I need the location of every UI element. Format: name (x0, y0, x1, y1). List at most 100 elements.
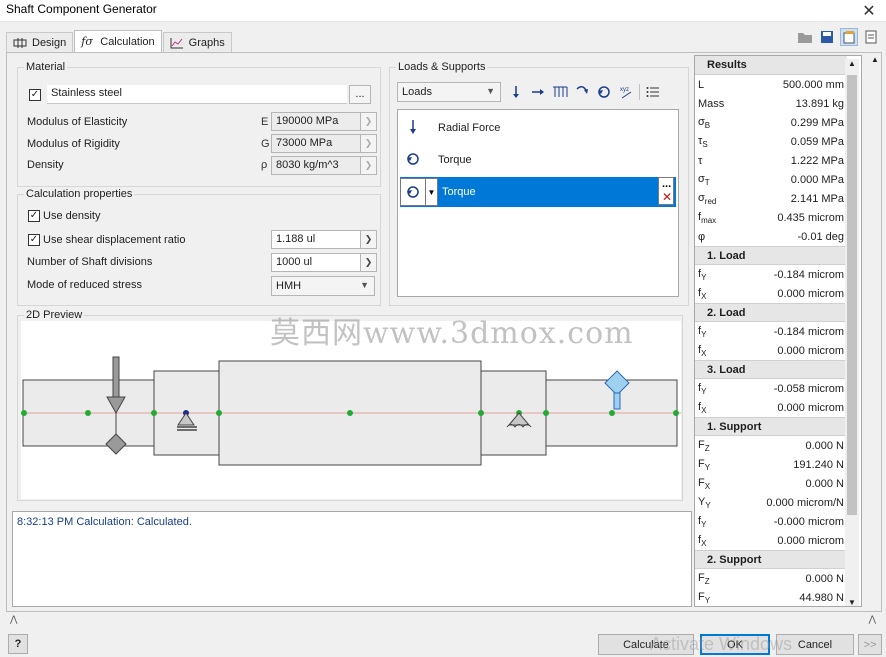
divisions-field[interactable]: 1000 ul (271, 253, 361, 272)
tab-calculation[interactable]: fσ Calculation (74, 30, 162, 53)
calculation-panel: Material ✓ Stainless steel ... Modulus o… (6, 52, 882, 612)
results-section-load3: 3. Load (695, 360, 847, 379)
result-row: FX 0.000 N (698, 476, 844, 491)
collapse-strip[interactable]: ⋀ ⋀ (6, 614, 880, 626)
use-density-checkbox[interactable]: ✓ (28, 210, 40, 222)
chevron-up-icon[interactable]: ▲ (848, 59, 856, 68)
expand-button[interactable]: >> (858, 634, 882, 655)
list-item-selected[interactable]: ▼ Torque ... ✕ (400, 177, 676, 207)
elasticity-arrow: ❯ (361, 112, 377, 131)
radial-force-icon (398, 119, 428, 138)
divisions-label: Number of Shaft divisions (27, 256, 153, 268)
material-checkbox[interactable]: ✓ (29, 89, 41, 101)
result-row: fY -0.184 microm (698, 324, 844, 339)
tab-design-label: Design (32, 37, 67, 49)
results-section-support1: 1. Support (695, 417, 847, 436)
result-row: fY -0.184 microm (698, 267, 844, 282)
result-row: fX 0.000 microm (698, 400, 844, 415)
result-row: σT 0.000 MPa (698, 172, 844, 187)
rigidity-label: Modulus of Rigidity (27, 138, 120, 150)
material-name[interactable]: Stainless steel (47, 85, 347, 104)
results-header: Results (695, 56, 847, 75)
collapse-left-icon[interactable]: ⋀ (10, 614, 17, 626)
shear-ratio-field[interactable]: 1.188 ul (271, 230, 361, 249)
reduced-stress-label: Mode of reduced stress (27, 279, 142, 291)
load-item-label: Torque (438, 154, 472, 166)
activate-windows-overlay: Activate Windows (650, 634, 793, 654)
load-item-label: Torque (442, 186, 476, 198)
elasticity-symbol: E (261, 116, 269, 128)
bending-moment-icon[interactable] (573, 83, 591, 101)
chevron-down-icon: ▼ (486, 86, 495, 96)
result-row: Mass 13.891 kg (698, 97, 844, 110)
chevron-down-icon[interactable]: ▼ (426, 178, 438, 206)
radial-force-icon[interactable] (507, 83, 525, 101)
shear-ratio-arrow[interactable]: ❯ (361, 230, 377, 249)
loads-toolbar: xyz (507, 83, 662, 101)
loads-combo-value: Loads (402, 86, 432, 98)
loads-supports-legend: Loads & Supports (398, 61, 486, 73)
save-icon[interactable] (818, 28, 836, 46)
list-icon[interactable] (644, 83, 662, 101)
calc-properties-legend: Calculation properties (26, 188, 133, 200)
close-icon: ✕ (862, 3, 876, 20)
calculation-log: 8:32:13 PM Calculation: Calculated. (12, 511, 692, 607)
axial-force-icon[interactable] (529, 83, 547, 101)
use-shear-checkbox[interactable]: ✓ (28, 234, 40, 246)
close-button[interactable]: ✕ (852, 0, 886, 22)
chevron-down-icon: ▼ (360, 280, 369, 290)
results-panel[interactable]: Results L 500.000 mm Mass 13.891 kg σB 0.29… (694, 55, 862, 607)
result-row: fY -0.058 microm (698, 381, 844, 396)
list-item[interactable]: Torque (398, 145, 678, 175)
result-row: fX 0.000 microm (698, 533, 844, 548)
tab-strip: Design fσ Calculation Graphs (6, 30, 233, 53)
delete-icon[interactable]: ✕ (662, 190, 672, 204)
loads-combo[interactable]: Loads ▼ (397, 82, 501, 102)
chevron-down-icon[interactable]: ▼ (848, 598, 856, 606)
chevron-up-icon[interactable]: ▲ (871, 55, 879, 64)
shaft-preview[interactable] (21, 321, 681, 499)
export-icon[interactable] (840, 28, 858, 46)
results-scrollbar[interactable]: ▲ ▼ (845, 59, 859, 606)
result-row: τ 1.222 MPa (698, 154, 844, 167)
use-shear-label: Use shear displacement ratio (43, 234, 186, 246)
open-folder-icon[interactable] (796, 28, 814, 46)
material-legend: Material (26, 61, 66, 73)
material-browse-button[interactable]: ... (349, 85, 371, 104)
continuous-load-icon[interactable] (551, 83, 569, 101)
scrollbar-thumb[interactable] (847, 75, 857, 515)
graph-icon (170, 37, 184, 49)
loads-list[interactable]: Radial Force Torque ▼ Torque ... ✕ (397, 109, 679, 297)
xyz-load-icon[interactable]: xyz (617, 83, 635, 101)
result-row: σred 2.141 MPa (698, 191, 844, 206)
tab-design[interactable]: Design (6, 32, 74, 53)
density-field: 8030 kg/m^3 (271, 156, 361, 175)
design-icon (13, 37, 27, 49)
collapse-right-icon[interactable]: ⋀ (869, 614, 876, 626)
divisions-arrow[interactable]: ❯ (361, 253, 377, 272)
load-item-actions: ... ✕ (658, 177, 674, 205)
result-row: φ -0.01 deg (698, 230, 844, 243)
help-button[interactable]: ? (8, 634, 28, 654)
load-item-label: Radial Force (438, 122, 501, 134)
tab-graphs-label: Graphs (188, 37, 225, 49)
list-item[interactable]: Radial Force (398, 113, 678, 143)
result-row: FZ 0.000 N (698, 438, 844, 453)
reduced-stress-select[interactable]: HMH ▼ (271, 276, 375, 296)
more-button[interactable]: ... (662, 178, 671, 190)
result-row: fmax 0.435 microm (698, 210, 844, 225)
density-label: Density (27, 159, 64, 171)
torque-icon[interactable] (595, 83, 613, 101)
shaft-drawing (21, 356, 681, 466)
result-row: fX 0.000 microm (698, 343, 844, 358)
preview-legend: 2D Preview (26, 309, 83, 321)
function-icon: fσ (81, 35, 93, 48)
result-row: YY 0.000 microm/N (698, 495, 844, 510)
tab-graphs[interactable]: Graphs (162, 32, 232, 53)
report-icon[interactable] (862, 28, 880, 46)
density-symbol: ρ (261, 159, 268, 171)
rigidity-field: 73000 MPa (271, 134, 361, 153)
elasticity-field: 190000 MPa (271, 112, 361, 131)
rigidity-arrow: ❯ (361, 134, 377, 153)
result-row: FY 44.980 N (698, 590, 844, 605)
